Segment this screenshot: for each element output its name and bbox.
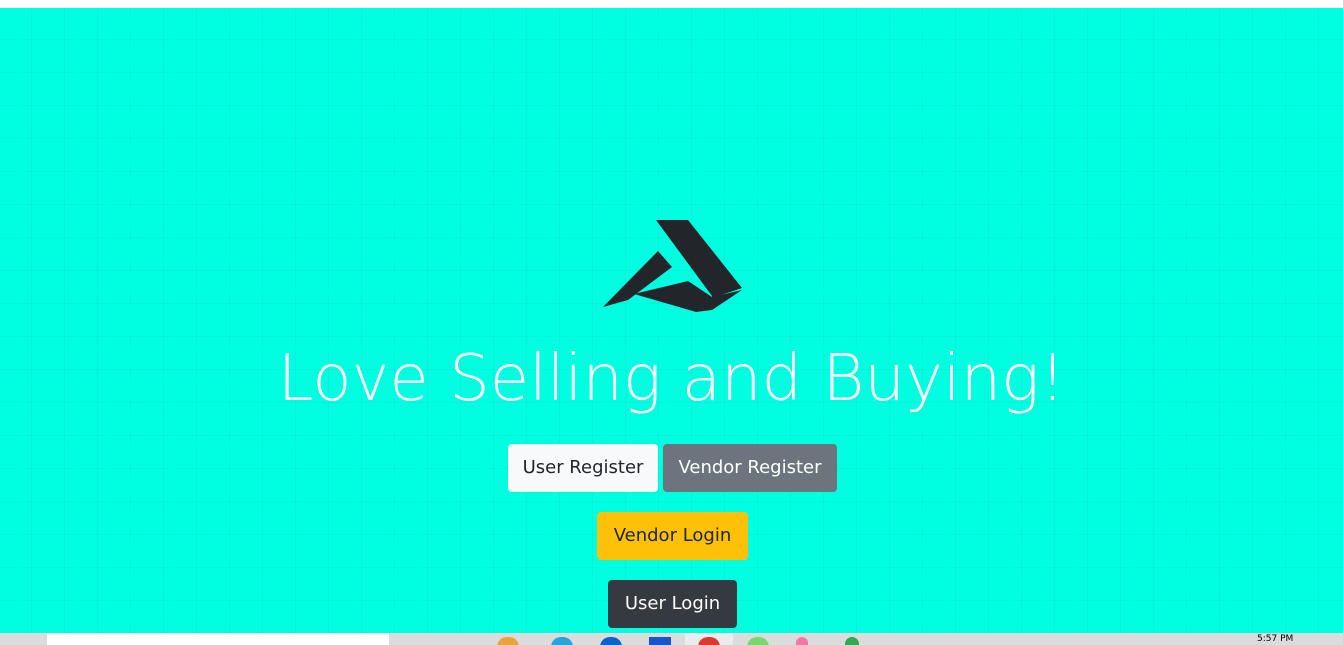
taskbar-search-box[interactable] — [47, 633, 389, 645]
app-icon-green[interactable] — [845, 637, 859, 645]
taskbar-clock[interactable]: 5:57 PM — [1257, 634, 1293, 644]
app-icon-orange[interactable] — [497, 637, 519, 645]
os-taskbar: 5:57 PM — [0, 633, 1343, 645]
user-register-button[interactable]: User Register — [508, 444, 658, 492]
store-icon[interactable] — [649, 637, 671, 645]
vendor-login-button[interactable]: Vendor Login — [597, 512, 748, 560]
browser-top-strip — [0, 0, 1343, 8]
whatsapp-icon[interactable] — [747, 637, 769, 645]
brand-logo-icon — [603, 220, 742, 312]
app-icon-pink[interactable] — [796, 637, 808, 645]
user-login-button[interactable]: User Login — [608, 580, 737, 628]
edge-icon[interactable] — [551, 637, 573, 645]
dropbox-icon[interactable] — [600, 637, 622, 645]
vendor-register-button[interactable]: Vendor Register — [663, 444, 837, 492]
page-title: Love Selling and Buying! — [277, 342, 1066, 416]
